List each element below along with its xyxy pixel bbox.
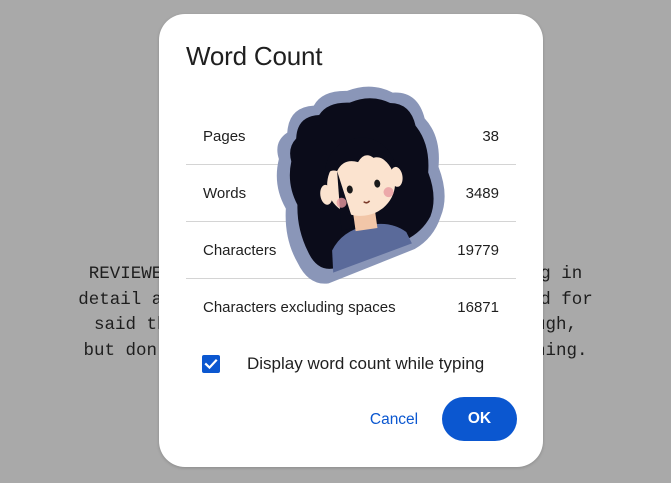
stat-value: 16871 [457,299,499,316]
checkbox-label: Display word count while typing [247,354,485,373]
display-word-count-checkbox[interactable] [202,355,220,373]
stat-value: 19779 [457,241,499,259]
avatar-sticker-icon [276,86,445,284]
stat-label: Characters excluding spaces [203,299,396,316]
stat-value: 3489 [465,184,499,202]
display-word-count-option[interactable]: Display word count while typing [202,354,484,374]
check-icon [204,359,218,370]
stat-label: Pages [203,127,246,145]
cancel-button[interactable]: Cancel [357,400,431,440]
ok-button[interactable]: OK [442,397,517,441]
stat-label: Words [203,184,247,202]
dialog-title: Word Count [186,41,323,71]
stat-value: 38 [482,127,499,145]
